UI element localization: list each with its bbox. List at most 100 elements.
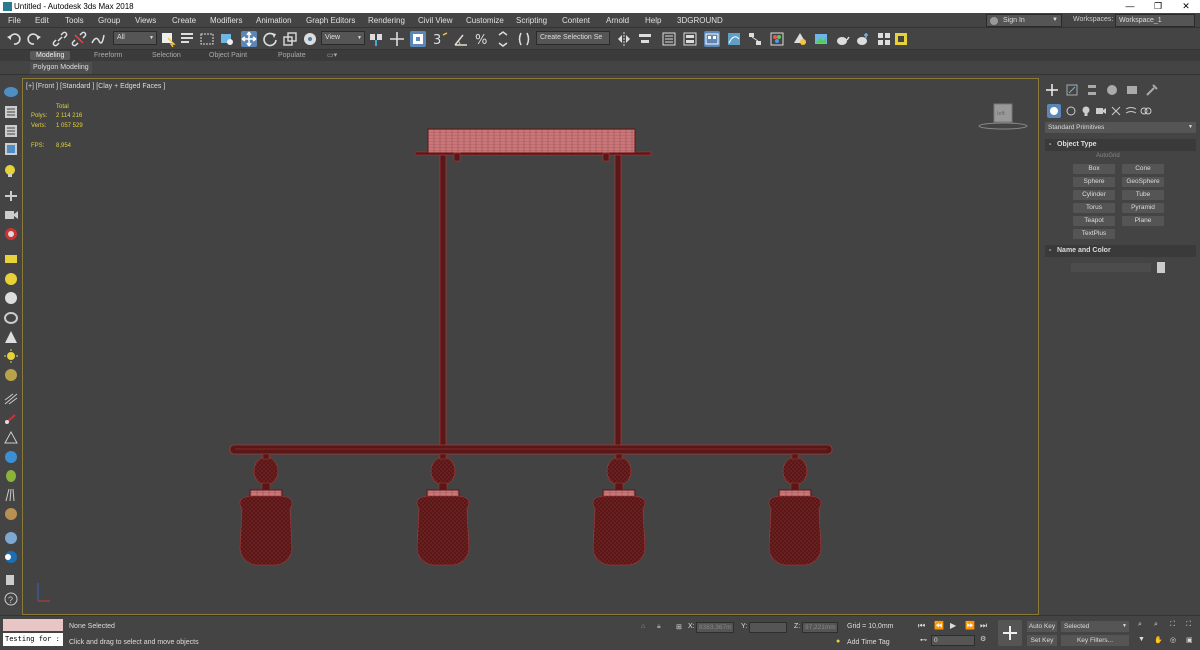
render-setup-button[interactable] — [792, 31, 808, 47]
menu-create[interactable]: Create — [172, 15, 196, 26]
menu-edit[interactable]: Edit — [35, 15, 49, 26]
a360-gallery-button[interactable] — [893, 31, 909, 47]
layer-explorer-button[interactable] — [682, 31, 698, 47]
align-button[interactable] — [637, 31, 653, 47]
menu-content[interactable]: Content — [562, 15, 590, 26]
field-of-view-icon[interactable]: ▼ — [1138, 636, 1145, 643]
isolate-selection-icon[interactable]: ⌂ — [641, 623, 645, 630]
add-time-tag[interactable]: Add Time Tag — [847, 639, 890, 646]
box-primitive-icon[interactable] — [3, 252, 19, 266]
region-select-button[interactable] — [199, 31, 215, 47]
motion-tab-icon[interactable] — [1105, 83, 1119, 99]
window-crossing-button[interactable] — [219, 31, 235, 47]
hierarchy-icon[interactable] — [3, 142, 19, 156]
goto-end-icon[interactable]: ⏭ — [980, 621, 987, 631]
layers-icon[interactable] — [3, 124, 19, 138]
snaps-toggle-button[interactable]: 3 — [432, 31, 448, 47]
schematic-view-button[interactable] — [747, 31, 763, 47]
maxscript-listener-input[interactable]: Testing for : — [3, 633, 63, 646]
select-and-place-button[interactable] — [302, 31, 318, 47]
menu-3dground[interactable]: 3DGROUND — [677, 15, 723, 26]
maximize-button[interactable]: ❐ — [1144, 0, 1172, 13]
utilities-tab-icon[interactable] — [1145, 83, 1159, 99]
plane-button[interactable]: Plane — [1122, 216, 1164, 226]
menu-customize[interactable]: Customize — [466, 15, 504, 26]
box-button[interactable]: Box — [1073, 164, 1115, 174]
spacewarp-icon[interactable] — [3, 412, 19, 426]
mirror-button[interactable] — [616, 31, 632, 47]
teapot-button[interactable]: Teapot — [1073, 216, 1115, 226]
menu-modifiers[interactable]: Modifiers — [210, 15, 242, 26]
shape-icon[interactable] — [3, 291, 19, 305]
goto-start-icon[interactable]: ⏮ — [918, 621, 925, 631]
texture-icon[interactable] — [3, 507, 19, 521]
help-icon[interactable]: ? — [3, 592, 19, 606]
spacewarps-category-icon[interactable] — [1125, 105, 1137, 119]
globe-icon[interactable] — [3, 450, 19, 464]
modify-tab-icon[interactable] — [1065, 83, 1079, 99]
x-coord-field[interactable]: 8383,367m — [696, 622, 734, 633]
chandelier-model[interactable] — [23, 79, 1038, 614]
textplus-button[interactable]: TextPlus — [1073, 229, 1115, 239]
menu-graph-editors[interactable]: Graph Editors — [306, 15, 355, 26]
close-button[interactable]: ✕ — [1172, 0, 1200, 13]
tube-icon[interactable] — [3, 311, 19, 325]
key-selection-dropdown[interactable]: Selected ▼ — [1061, 621, 1129, 632]
menu-scripting[interactable]: Scripting — [516, 15, 547, 26]
keyboard-shortcut-override-button[interactable] — [410, 31, 426, 47]
orbit-icon[interactable]: ◎ — [1170, 636, 1176, 644]
object-color-swatch[interactable] — [1157, 262, 1165, 273]
tab-freeform[interactable]: Freeform — [94, 51, 122, 60]
torus-button[interactable]: Torus — [1073, 203, 1115, 213]
link-button[interactable] — [52, 31, 68, 47]
tab-selection[interactable]: Selection — [152, 51, 181, 60]
menu-file[interactable]: File — [8, 15, 21, 26]
particle-icon[interactable] — [3, 392, 19, 406]
menu-tools[interactable]: Tools — [65, 15, 84, 26]
bind-space-warp-button[interactable] — [90, 31, 106, 47]
render-production-button[interactable] — [834, 31, 850, 47]
zoom-extents-all-icon[interactable]: ⛶ — [1186, 621, 1191, 629]
set-key-big-button[interactable] — [998, 620, 1022, 646]
menu-help[interactable]: Help — [645, 15, 661, 26]
menu-arnold[interactable]: Arnold — [606, 15, 629, 26]
leaf-icon[interactable] — [3, 469, 19, 483]
maximize-viewport-icon[interactable]: ▣ — [1186, 636, 1193, 644]
cameras-category-icon[interactable] — [1095, 105, 1107, 119]
percent-snap-button[interactable]: % — [474, 31, 490, 47]
edit-named-selection-button[interactable] — [516, 31, 532, 47]
time-config-icon[interactable]: ⚙ — [980, 635, 986, 643]
lock-selection-icon[interactable]: 🔒︎ — [657, 623, 661, 631]
pyramid-button[interactable]: Pyramid — [1122, 203, 1164, 213]
cone-icon[interactable] — [3, 330, 19, 344]
select-and-move-button[interactable] — [241, 31, 257, 47]
selection-filter-dropdown[interactable]: All ▼ — [113, 31, 157, 45]
tab-populate[interactable]: Populate — [278, 51, 306, 60]
polygon-modeling-panel[interactable]: Polygon Modeling — [30, 62, 92, 74]
select-object-button[interactable] — [160, 31, 176, 47]
tab-object-paint[interactable]: Object Paint — [209, 51, 247, 60]
camera-icon[interactable] — [3, 208, 19, 222]
material-sphere-icon[interactable] — [3, 368, 19, 382]
render-cloud-button[interactable] — [876, 31, 892, 47]
redo-button[interactable] — [26, 31, 42, 47]
utility-icon[interactable] — [3, 573, 19, 587]
light-bulb-icon[interactable] — [3, 164, 19, 178]
lights-category-icon[interactable] — [1080, 105, 1092, 119]
cylinder-button[interactable]: Cylinder — [1073, 190, 1115, 200]
select-and-scale-button[interactable] — [282, 31, 298, 47]
spinner-snap-button[interactable] — [495, 31, 511, 47]
zoom-extents-icon[interactable]: ⛶ — [1170, 621, 1175, 629]
menu-views[interactable]: Views — [135, 15, 156, 26]
y-coord-field[interactable] — [749, 622, 787, 633]
menu-civil-view[interactable]: Civil View — [418, 15, 453, 26]
pan-icon[interactable]: ✋ — [1154, 636, 1163, 644]
render-elements-icon[interactable] — [3, 227, 19, 241]
set-key-button[interactable]: Set Key — [1027, 635, 1057, 646]
play-icon[interactable]: ▶ — [950, 621, 956, 630]
geosphere-button[interactable]: GeoSphere — [1122, 177, 1164, 187]
absolute-mode-icon[interactable]: ⊞ — [676, 623, 682, 631]
helpers-category-icon[interactable] — [1110, 105, 1122, 119]
reference-coordinate-dropdown[interactable]: View ▼ — [321, 31, 365, 45]
auto-key-button[interactable]: Auto Key — [1027, 621, 1057, 632]
